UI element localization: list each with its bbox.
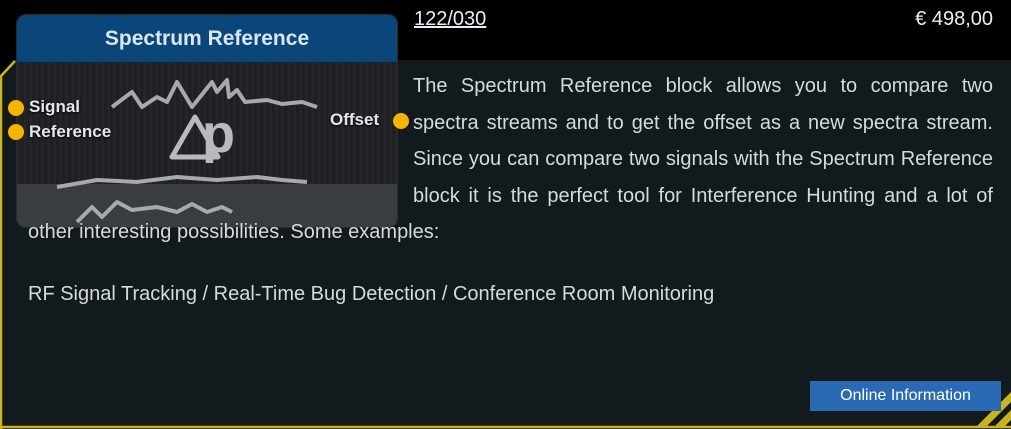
- product-price: € 498,00: [915, 8, 993, 30]
- product-description: The Spectrum Reference block allows you …: [28, 68, 993, 251]
- signal-port-icon: [8, 100, 24, 116]
- product-sku-link[interactable]: 122/030: [414, 8, 486, 31]
- product-panel: Spectrum Reference Δpp Signal Reference …: [0, 0, 1011, 429]
- block-title: Spectrum Reference: [17, 15, 397, 62]
- examples-text: RF Signal Tracking / Real-Time Bug Detec…: [28, 283, 715, 305]
- reference-port-icon: [8, 124, 24, 140]
- online-information-button[interactable]: Online Information: [810, 381, 1001, 411]
